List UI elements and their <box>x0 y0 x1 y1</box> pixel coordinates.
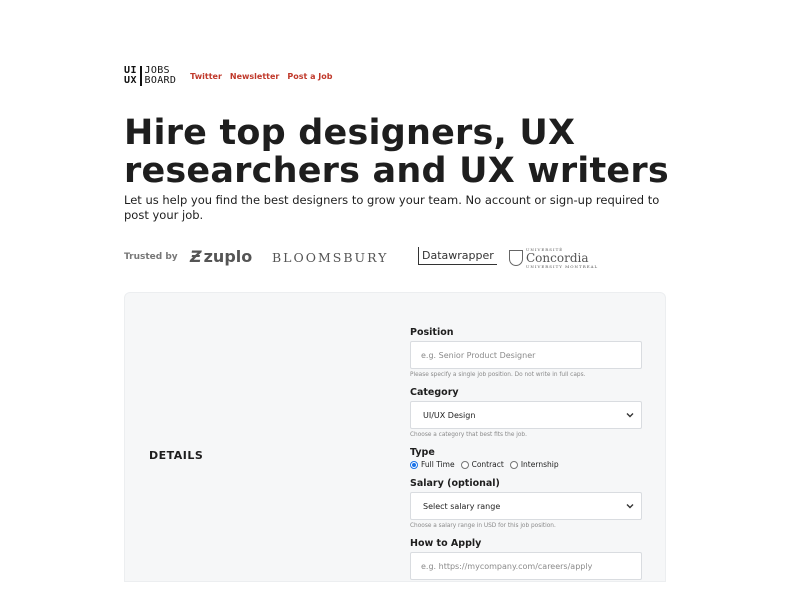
salary-selected-value: Select salary range <box>423 501 501 511</box>
logo-divider <box>140 66 142 86</box>
chevron-down-icon <box>626 504 634 509</box>
datawrapper-logo: Datawrapper <box>418 247 497 265</box>
chevron-down-icon <box>626 413 634 418</box>
radio-checked-icon[interactable] <box>410 460 418 469</box>
concordia-wordmark: UNIVERSITÉ Concordia UNIVERSITY MONTREAL <box>526 247 598 269</box>
logo-board: BOARD <box>144 75 177 86</box>
type-radio-group: Full Time Contract Internship <box>410 460 643 469</box>
hero-title: Hire top designers, UX researchers and U… <box>124 113 669 191</box>
apply-url-input[interactable] <box>410 552 642 580</box>
zuplo-logo: Ƶzuplo <box>190 247 252 266</box>
hero-subtitle: Let us help you find the best designers … <box>124 193 660 222</box>
concordia-logo: UNIVERSITÉ Concordia UNIVERSITY MONTREAL <box>509 247 598 269</box>
radio-unchecked-icon[interactable] <box>460 460 469 469</box>
zuplo-wordmark: zuplo <box>203 247 253 266</box>
concordia-shield-icon <box>509 250 523 266</box>
type-full-time-radio[interactable]: Full Time <box>410 460 455 469</box>
zuplo-mark-icon: Ƶ <box>190 247 202 266</box>
type-internship-label: Internship <box>520 460 559 469</box>
nav-twitter-link[interactable]: Twitter <box>190 72 222 81</box>
radio-unchecked-icon[interactable] <box>509 460 518 469</box>
salary-select[interactable]: Select salary range <box>410 492 642 520</box>
position-input[interactable] <box>410 341 642 369</box>
logo-right: JOBS BOARD <box>145 66 177 86</box>
apply-label: How to Apply <box>410 538 482 549</box>
type-full-time-label: Full Time <box>421 460 455 469</box>
type-contract-label: Contract <box>471 460 504 469</box>
nav-newsletter-link[interactable]: Newsletter <box>230 72 279 81</box>
category-select[interactable]: UI/UX Design <box>410 401 642 429</box>
type-label: Type <box>410 447 435 458</box>
category-selected-value: UI/UX Design <box>423 410 476 420</box>
details-form: Position Please specify a single job pos… <box>410 327 643 580</box>
site-logo[interactable]: UI UX JOBS BOARD <box>124 66 176 86</box>
bloomsbury-logo: BLOOMSBURY <box>272 250 389 265</box>
category-label: Category <box>410 387 459 398</box>
main-nav: Twitter Newsletter Post a Job <box>190 72 332 81</box>
position-label: Position <box>410 327 454 338</box>
type-internship-radio[interactable]: Internship <box>509 460 559 469</box>
details-section-title: DETAILS <box>149 449 204 462</box>
job-form-panel: DETAILS Position Please specify a single… <box>124 292 666 582</box>
trusted-by-label: Trusted by <box>124 252 178 262</box>
concordia-bottom-text: UNIVERSITY MONTREAL <box>526 264 599 269</box>
trusted-by-row: Trusted by Ƶzuplo BLOOMSBURY Datawrapper… <box>124 244 644 270</box>
site-header: UI UX JOBS BOARD Twitter Newsletter Post… <box>124 66 332 86</box>
logo-left: UI UX <box>124 66 137 86</box>
salary-label: Salary (optional) <box>410 478 500 489</box>
nav-post-job-link[interactable]: Post a Job <box>287 72 332 81</box>
logo-ux: UX <box>124 75 138 86</box>
type-contract-radio[interactable]: Contract <box>460 460 504 469</box>
concordia-name: Concordia <box>526 251 589 265</box>
